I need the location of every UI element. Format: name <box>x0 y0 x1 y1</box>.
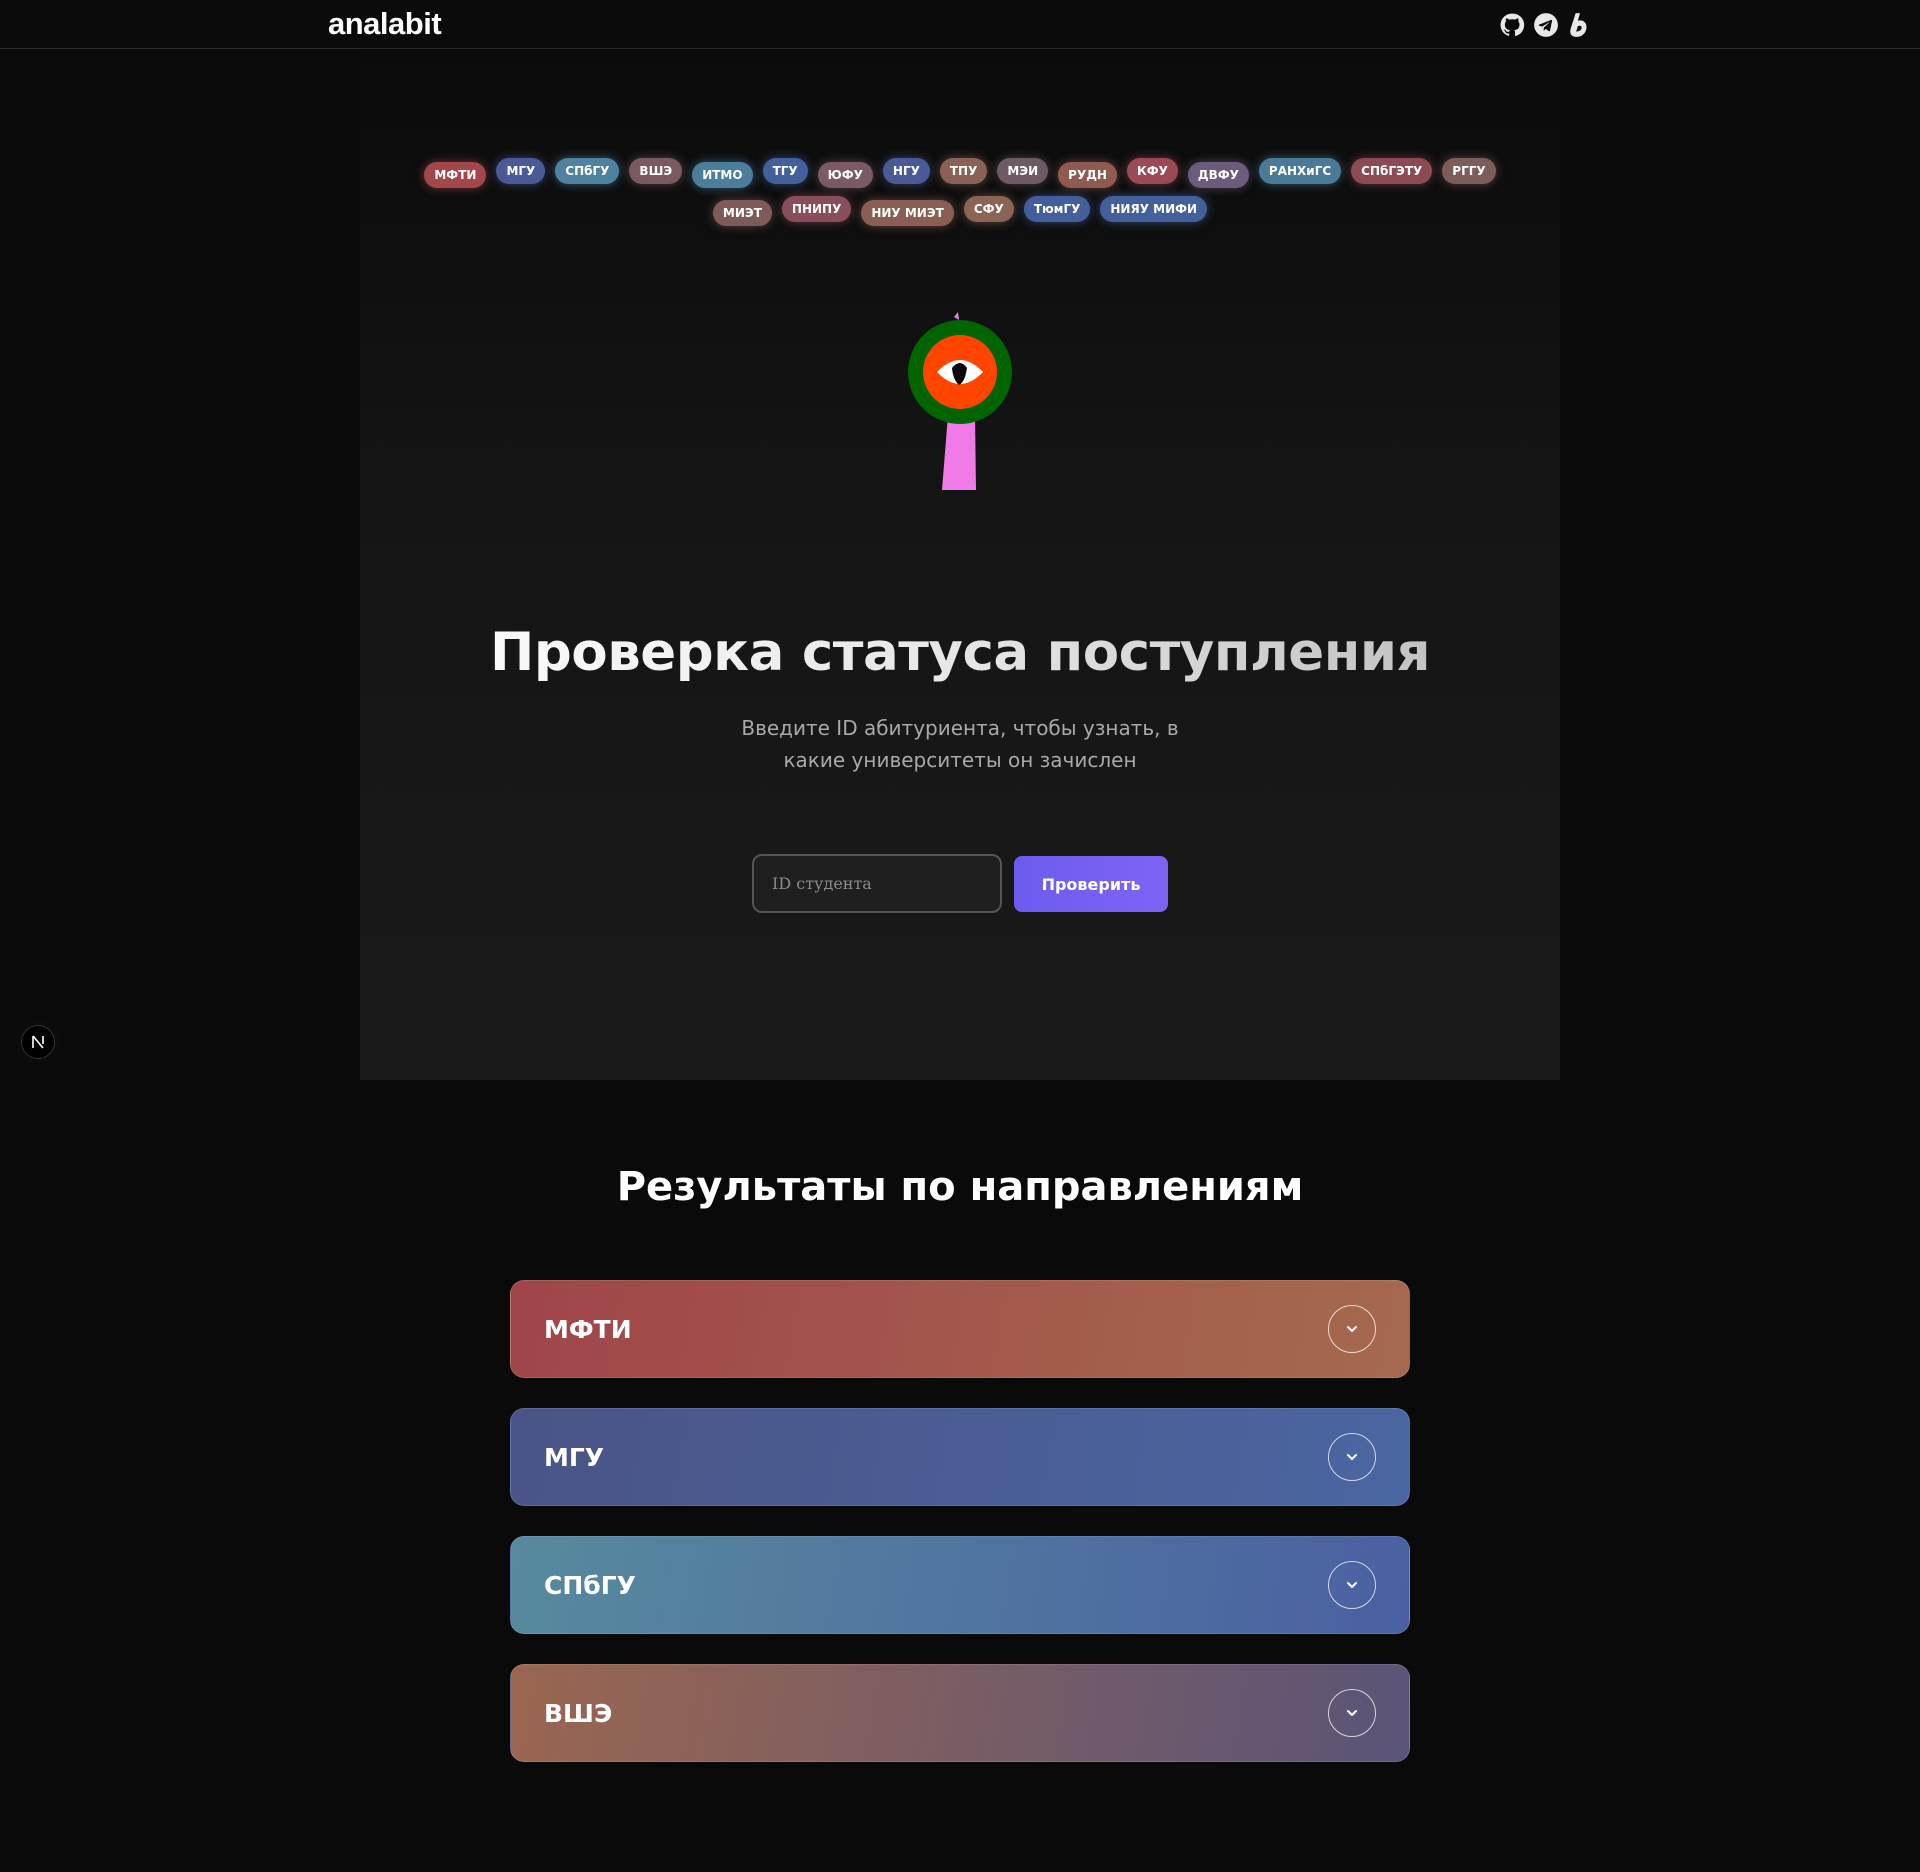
university-tag[interactable]: МИЭТ <box>712 200 772 226</box>
university-tag[interactable]: ВШЭ <box>629 158 683 184</box>
student-id-input[interactable] <box>752 854 1002 913</box>
university-tag[interactable]: КФУ <box>1126 158 1178 184</box>
university-tag[interactable]: ИТМО <box>692 162 753 188</box>
university-tag[interactable]: СПбГУ <box>555 158 620 184</box>
university-tag[interactable]: РУДН <box>1058 162 1117 188</box>
university-accordion[interactable]: ВШЭ <box>510 1664 1410 1762</box>
university-tag[interactable]: ТГУ <box>762 158 808 184</box>
university-tag[interactable]: НГУ <box>882 158 930 184</box>
top-bar: analabit <box>0 0 1920 49</box>
university-accordion[interactable]: СПбГУ <box>510 1536 1410 1634</box>
results-title: Результаты по направлениям <box>616 1164 1304 1210</box>
boosty-icon[interactable] <box>1567 12 1593 38</box>
university-tag[interactable]: СФУ <box>963 196 1014 222</box>
university-tag[interactable]: ТПУ <box>939 158 988 184</box>
accordion-label: МФТИ <box>544 1314 632 1344</box>
university-tag[interactable]: ТюмГУ <box>1023 196 1091 222</box>
nextjs-dev-badge[interactable] <box>21 1025 55 1059</box>
university-accordion[interactable]: МФТИ <box>510 1280 1410 1378</box>
university-tags: МФТИ МГУ СПбГУ ВШЭ ИТМО ТГУ ЮФУ НГУ ТПУ МЭИ РУДН КФ… <box>400 158 1520 226</box>
nextjs-icon <box>32 1035 44 1049</box>
university-tag[interactable]: РАНХиГС <box>1258 158 1342 184</box>
university-tag[interactable]: НИЯУ МИФИ <box>1100 196 1208 222</box>
university-accordion[interactable]: МГУ <box>510 1408 1410 1506</box>
university-tag[interactable]: ДВФУ <box>1187 162 1249 188</box>
page-subtitle: Введите ID абитуриента, чтобы узнать, в … <box>741 716 1179 772</box>
university-tag[interactable]: МГУ <box>496 158 546 184</box>
page-title: Проверка статуса поступления <box>360 622 1560 683</box>
university-tag[interactable]: МЭИ <box>997 158 1049 184</box>
github-icon[interactable] <box>1499 12 1525 38</box>
university-tag[interactable]: СПбГЭТУ <box>1351 158 1433 184</box>
accordion-label: МГУ <box>544 1442 605 1472</box>
chevron-down-icon[interactable] <box>1328 1689 1376 1737</box>
university-tag[interactable]: РГГУ <box>1442 158 1496 184</box>
accordion-label: СПбГУ <box>544 1570 636 1600</box>
university-tag[interactable]: ПНИПУ <box>781 196 852 222</box>
logo[interactable]: analabit <box>328 6 442 42</box>
check-button[interactable]: Проверить <box>1014 856 1168 912</box>
eye-mascot-illustration <box>908 312 1012 490</box>
telegram-icon[interactable] <box>1533 12 1559 38</box>
social-links <box>1499 11 1593 38</box>
accordion-label: ВШЭ <box>544 1698 613 1728</box>
university-tag[interactable]: МФТИ <box>424 162 487 188</box>
university-tag[interactable]: НИУ МИЭТ <box>861 200 954 226</box>
university-tag[interactable]: ЮФУ <box>817 162 873 188</box>
chevron-down-icon[interactable] <box>1328 1305 1376 1353</box>
chevron-down-icon[interactable] <box>1328 1433 1376 1481</box>
chevron-down-icon[interactable] <box>1328 1561 1376 1609</box>
